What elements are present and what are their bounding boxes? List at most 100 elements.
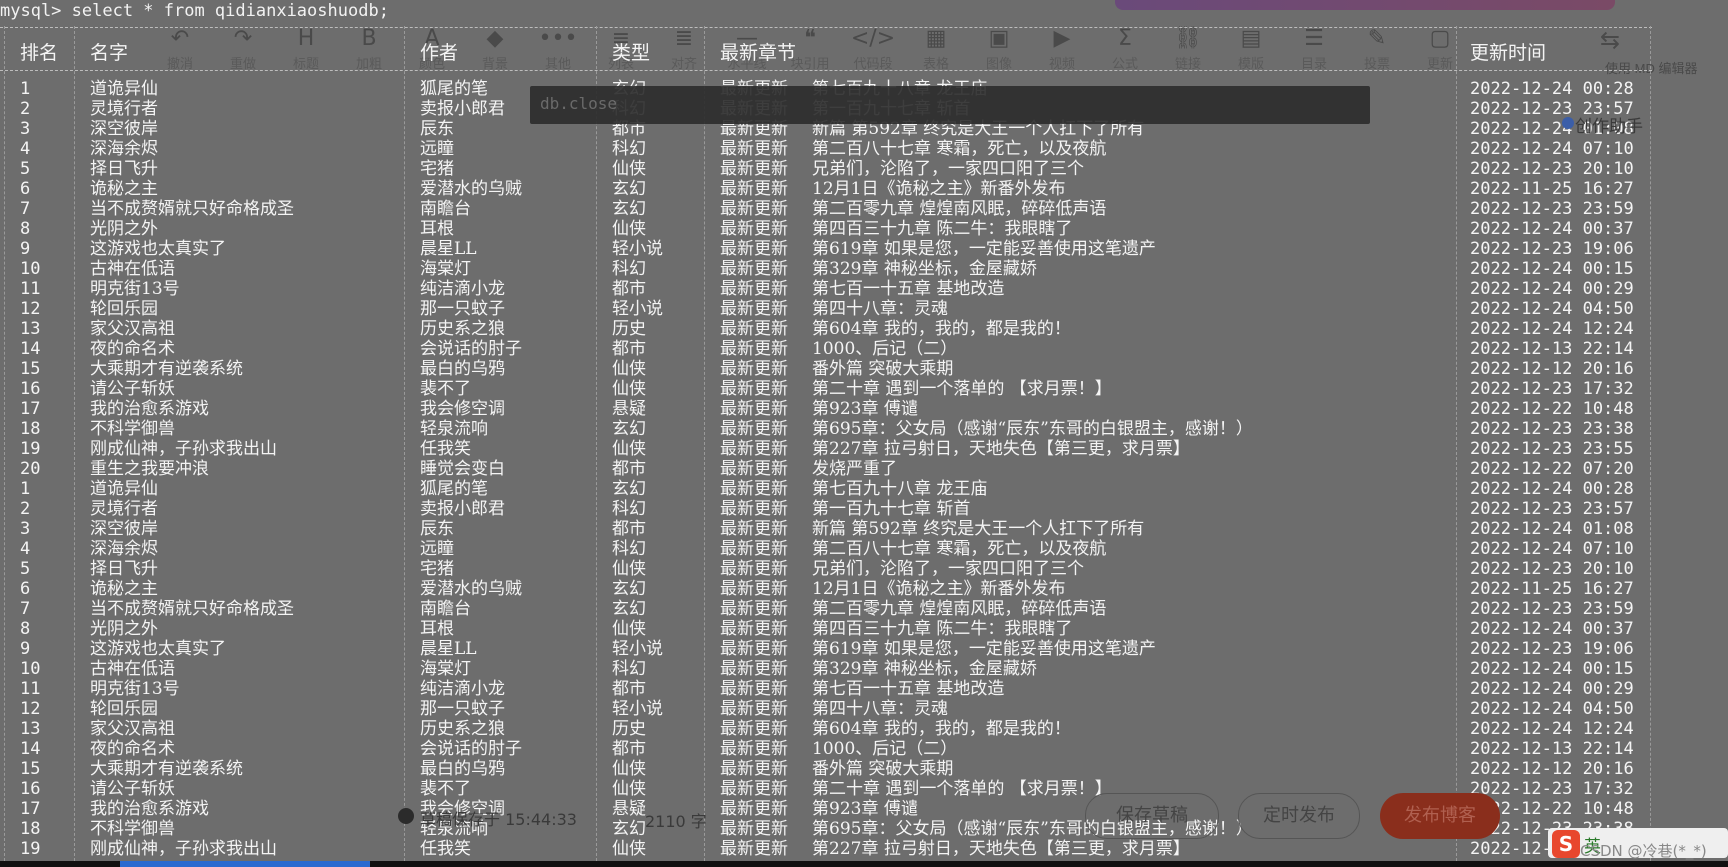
table-row: 2 灵境行者 卖报小郎君 科幻 最新更新 第一百九十七章 斩首 2022-12-23 23:…	[0, 499, 1660, 519]
table-row: 4 深海余烬 远瞳 科幻 最新更新 第二百八十七章 寒霜，死亡，以及夜航 2022-12-2…	[0, 539, 1660, 559]
cell-chapter: 发烧严重了	[812, 459, 897, 479]
toolbar-item[interactable]: B 加粗	[339, 26, 399, 74]
table-row: 17 我的治愈系游戏 我会修空调 悬疑 最新更新 第923章 傅谴 2022-12-22 1…	[0, 399, 1660, 419]
assistant-label[interactable]: 创作助手	[1575, 112, 1643, 137]
toolbar-label: 其他	[544, 57, 571, 72]
cell-type: 轻小说	[612, 299, 663, 319]
cell-author: 任我笑	[420, 839, 471, 859]
md-editor-label[interactable]: 使用 MD 编辑器	[1605, 58, 1697, 77]
toolbar-item[interactable]: ◆ 背景	[465, 26, 525, 74]
toolbar-label: 更新	[1426, 57, 1453, 72]
cell-time: 2022-12-12 20:16	[1470, 359, 1634, 379]
toolbar-item[interactable]: ▶ 视频	[1032, 26, 1092, 74]
md-editor-toggle[interactable]: ⇆	[1600, 26, 1620, 54]
table-row: 9 这游戏也太真实了 晨星LL 轻小说 最新更新 第619章 如果是您，一定能妥善使用这笔…	[0, 639, 1660, 659]
toolbar-item[interactable]: ⛓ 链接	[1158, 26, 1218, 74]
cell-name: 这游戏也太真实了	[90, 639, 226, 659]
toolbar-icon: ✎	[1367, 26, 1387, 51]
cell-rank: 11	[20, 679, 41, 699]
schedule-publish-button[interactable]: 定时发布	[1238, 793, 1360, 839]
cell-type: 轻小说	[612, 239, 663, 259]
cell-status: 最新更新	[720, 499, 788, 519]
cell-rank: 10	[20, 259, 41, 279]
toolbar-label: 图像	[985, 57, 1012, 72]
table-row: 4 深海余烬 远瞳 科幻 最新更新 第二百八十七章 寒霜，死亡，以及夜航 2022-12-2…	[0, 139, 1660, 159]
cell-time: 2022-12-23 19:06	[1470, 239, 1634, 259]
cell-rank: 13	[20, 319, 41, 339]
cell-time: 2022-12-23 19:06	[1470, 639, 1634, 659]
table-row: 8 光阴之外 耳根 仙侠 最新更新 第四百三十九章 陈二牛：我眼瞎了 2022-12-24 …	[0, 219, 1660, 239]
cell-time: 2022-12-22 07:20	[1470, 459, 1634, 479]
cell-type: 悬疑	[612, 799, 646, 819]
toolbar-item[interactable]: ▣ 图像	[969, 26, 1029, 74]
toolbar-item[interactable]: ▦ 表格	[906, 26, 966, 74]
cell-chapter: 第一百九十七章 斩首	[812, 499, 971, 519]
cell-chapter: 第923章 傅谴	[812, 799, 918, 819]
toolbar-icon: •••	[538, 26, 578, 51]
save-status: 草稿保存于 15:44:33	[420, 810, 577, 829]
toolbar-item[interactable]: ••• 其他	[528, 26, 588, 74]
cell-author: 历史系之狼	[420, 719, 505, 739]
cell-chapter: 第923章 傅谴	[812, 399, 918, 419]
toolbar-icon: ⛓	[1174, 26, 1202, 51]
cell-time: 2022-11-25 16:27	[1470, 579, 1634, 599]
cell-type: 科幻	[612, 539, 646, 559]
cell-time: 2022-12-22 10:48	[1470, 399, 1634, 419]
cell-author: 会说话的肘子	[420, 339, 522, 359]
cell-status: 最新更新	[720, 459, 788, 479]
toolbar-icon: B	[361, 26, 377, 51]
toolbar-icon: ☰	[1304, 26, 1324, 51]
save-draft-button[interactable]: 保存草稿	[1085, 793, 1219, 839]
cell-time: 2022-12-24 01:08	[1470, 519, 1634, 539]
toolbar-icon: ▶	[1053, 26, 1071, 51]
toolbar-item[interactable]: ↷ 重做	[213, 26, 273, 74]
toolbar-item[interactable]: ✎ 投票	[1347, 26, 1407, 74]
cell-type: 玄幻	[612, 819, 646, 839]
cell-type: 玄幻	[612, 419, 646, 439]
cell-author: 最白的乌鸦	[420, 759, 505, 779]
cell-rank: 19	[20, 839, 41, 859]
cell-chapter: 第四十八章：灵魂	[812, 699, 948, 719]
cell-author: 海棠灯	[420, 259, 471, 279]
toolbar-icon: ≣	[674, 26, 694, 51]
toolbar-icon: ◆	[486, 26, 504, 51]
cell-rank: 20	[20, 459, 41, 479]
toolbar-item[interactable]: </> 代码段	[843, 26, 903, 74]
header-time: 更新时间	[1470, 42, 1547, 64]
toolbar-icon: ▣	[988, 26, 1010, 51]
toolbar-item[interactable]: Σ 公式	[1095, 26, 1155, 74]
cell-time: 2022-12-24 00:37	[1470, 619, 1634, 639]
cell-type: 轻小说	[612, 699, 663, 719]
cell-name: 道诡异仙	[90, 79, 158, 99]
cell-rank: 2	[20, 99, 31, 119]
cell-author: 远瞳	[420, 139, 454, 159]
toolbar-item[interactable]: ↶ 撤消	[150, 26, 210, 74]
cell-rank: 18	[20, 819, 41, 839]
cell-author: 纯洁滴小龙	[420, 679, 505, 699]
cell-name: 当不成赘婿就只好命格成圣	[90, 599, 294, 619]
toolbar-item[interactable]: ☰ 目录	[1284, 26, 1344, 74]
cell-type: 都市	[612, 279, 646, 299]
cell-name: 灵境行者	[90, 499, 158, 519]
cell-author: 历史系之狼	[420, 319, 505, 339]
cell-chapter: 第四十八章：灵魂	[812, 299, 948, 319]
header-author: 作者	[420, 42, 459, 64]
toolbar-item[interactable]: ▤ 模版	[1221, 26, 1281, 74]
cell-author: 我会修空调	[420, 399, 505, 419]
cell-chapter: 第227章 拉弓射日，天地失色【第三更，求月票】	[812, 839, 1190, 859]
sogou-ime-icon[interactable]: S	[1552, 830, 1580, 858]
publish-button[interactable]: 发布博客	[1380, 793, 1500, 839]
table-row: 6 诡秘之主 爱潜水的乌贼 玄幻 最新更新 12月1日《诡秘之主》新番外发布 2022-11…	[0, 579, 1660, 599]
table-row: 18 不科学御兽 轻泉流响 玄幻 最新更新 第695章：父女局（感谢“辰东”东哥的白银盟主…	[0, 419, 1660, 439]
toolbar-label: 重做	[229, 57, 256, 72]
cell-status: 最新更新	[720, 479, 788, 499]
cell-author: 晨星LL	[420, 639, 477, 659]
toolbar-item[interactable]: ≣ 对齐	[654, 26, 714, 74]
toolbar-item[interactable]: ▢ 更新	[1410, 26, 1470, 74]
cell-chapter: 番外篇 突破大乘期	[812, 359, 954, 379]
cell-author: 耳根	[420, 619, 454, 639]
assistant-icon[interactable]	[1562, 117, 1574, 129]
cell-status: 最新更新	[720, 439, 788, 459]
toolbar-item[interactable]: H 标题	[276, 26, 336, 74]
cell-rank: 13	[20, 719, 41, 739]
